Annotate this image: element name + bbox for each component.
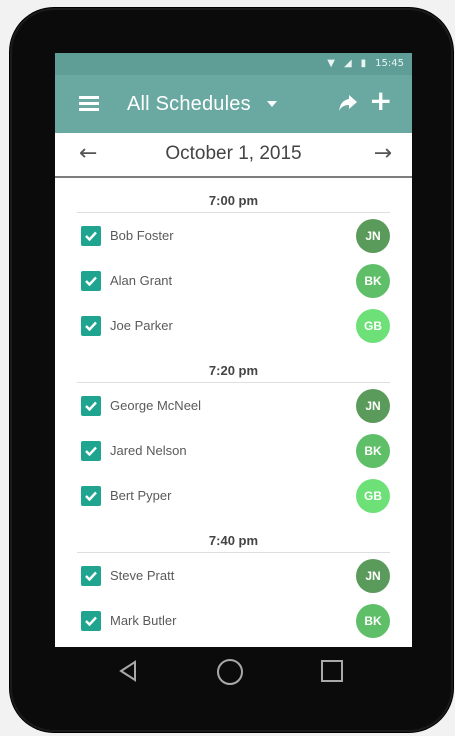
- checkbox-checked[interactable]: [81, 395, 101, 416]
- schedule-entry-row[interactable]: Mark Butler BK: [77, 598, 390, 643]
- next-day-arrow-icon[interactable]: →: [374, 141, 392, 166]
- menu-icon[interactable]: [79, 96, 99, 112]
- status-time: 15:45: [375, 58, 404, 69]
- schedule-entry-row[interactable]: Alan Grant BK: [77, 258, 390, 303]
- attendee-name: Alan Grant: [110, 273, 173, 288]
- assignee-avatar[interactable]: JN: [356, 218, 390, 253]
- schedule-entry-row[interactable]: Bob Foster JN: [77, 213, 390, 258]
- checkbox-checked[interactable]: [81, 225, 101, 246]
- add-icon[interactable]: +: [369, 87, 392, 115]
- checkbox-checked[interactable]: [81, 610, 101, 631]
- checkmark-icon: [85, 491, 97, 501]
- checkbox-checked[interactable]: [81, 315, 101, 336]
- schedule-entry-row[interactable]: Steve Pratt JN: [77, 553, 390, 598]
- attendee-name: Bert Pyper: [110, 488, 172, 503]
- android-nav-bar: [55, 647, 412, 697]
- checkmark-icon: [85, 276, 97, 286]
- checkbox-checked[interactable]: [81, 440, 101, 461]
- assignee-avatar[interactable]: GB: [356, 308, 390, 343]
- time-slot-header: 7:20 pm: [77, 348, 390, 383]
- checkmark-icon: [85, 446, 97, 456]
- checkbox-checked[interactable]: [81, 565, 101, 586]
- share-icon[interactable]: [337, 92, 359, 114]
- attendee-name: Steve Pratt: [110, 568, 175, 583]
- checkmark-icon: [85, 321, 97, 331]
- checkmark-icon: [85, 616, 97, 626]
- assignee-avatar[interactable]: JN: [356, 388, 390, 423]
- time-slot-header: 7:40 pm: [77, 518, 390, 553]
- assignee-avatar[interactable]: BK: [356, 433, 390, 468]
- battery-icon: ▮: [360, 58, 367, 69]
- time-slot-header: 7:00 pm: [77, 178, 390, 213]
- app-screen: ▼ ◢ ▮ 15:45 All Schedules + ← October 1,…: [55, 53, 412, 647]
- assignee-avatar[interactable]: JN: [356, 558, 390, 593]
- current-date: October 1, 2015: [165, 143, 302, 164]
- status-icons: ▼ ◢ ▮ 15:45: [327, 57, 404, 71]
- schedule-list: 7:00 pm Bob Foster JN Alan Grant BK Joe Parke…: [55, 178, 412, 643]
- checkmark-icon: [85, 401, 97, 411]
- schedule-entry-row[interactable]: George McNeel JN: [77, 383, 390, 428]
- dropdown-caret-icon[interactable]: [267, 101, 277, 107]
- attendee-name: Mark Butler: [110, 613, 177, 628]
- schedule-selector[interactable]: All Schedules: [127, 93, 251, 116]
- date-navigator: ← October 1, 2015 →: [55, 133, 412, 178]
- wifi-icon: ▼: [327, 58, 335, 69]
- app-bar: All Schedules +: [55, 75, 412, 133]
- checkmark-icon: [85, 571, 97, 581]
- schedule-entry-row[interactable]: Jared Nelson BK: [77, 428, 390, 473]
- assignee-avatar[interactable]: GB: [356, 478, 390, 513]
- signal-icon: ◢: [343, 58, 352, 69]
- assignee-avatar[interactable]: BK: [356, 263, 390, 298]
- checkmark-icon: [85, 231, 97, 241]
- recents-icon[interactable]: [321, 660, 343, 682]
- schedule-entry-row[interactable]: Bert Pyper GB: [77, 473, 390, 518]
- schedule-entry-row[interactable]: Joe Parker GB: [77, 303, 390, 348]
- attendee-name: Joe Parker: [110, 318, 173, 333]
- status-bar: ▼ ◢ ▮ 15:45: [55, 53, 412, 75]
- assignee-avatar[interactable]: BK: [356, 603, 390, 638]
- attendee-name: Jared Nelson: [110, 443, 187, 458]
- home-icon[interactable]: [217, 659, 243, 685]
- checkbox-checked[interactable]: [81, 270, 101, 291]
- attendee-name: George McNeel: [110, 398, 202, 413]
- attendee-name: Bob Foster: [110, 228, 174, 243]
- back-icon[interactable]: [117, 660, 139, 687]
- checkbox-checked[interactable]: [81, 485, 101, 506]
